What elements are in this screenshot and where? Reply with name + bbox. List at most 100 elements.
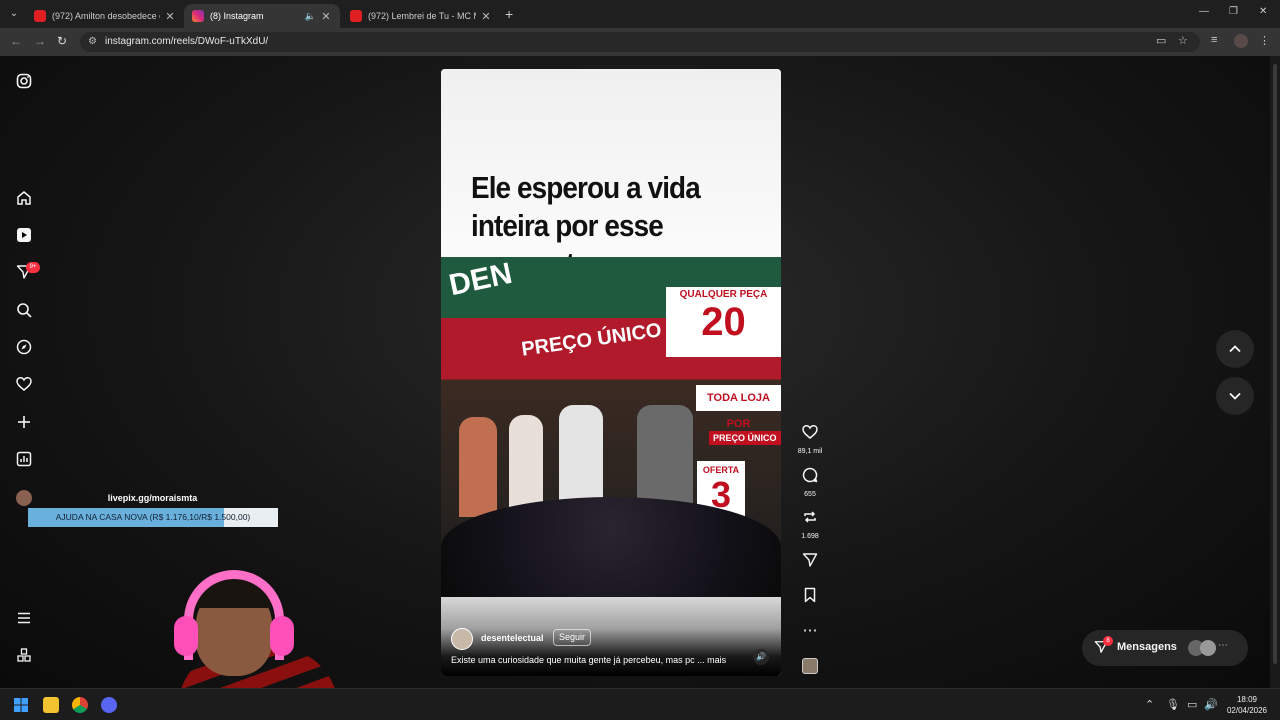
- media-control-icon[interactable]: ≡: [1211, 34, 1217, 46]
- instagram-logo-icon[interactable]: [15, 73, 33, 91]
- author-username[interactable]: desentelectual: [481, 633, 544, 643]
- network-icon[interactable]: ▭: [1187, 698, 1197, 711]
- like-action[interactable]: 89,1 mil: [795, 424, 825, 457]
- volume-icon[interactable]: 🔊: [1204, 698, 1218, 711]
- price-sign: QUALQUER PEÇA 20: [666, 287, 781, 357]
- fruit-pile: [441, 497, 781, 597]
- apps-icon[interactable]: [15, 647, 33, 665]
- small-price-sign: PREÇO ÚNICO: [709, 431, 781, 445]
- window-close-icon[interactable]: ✕: [1259, 6, 1267, 17]
- messages-label: Mensagens: [1117, 641, 1177, 653]
- headset-right-cup: [270, 616, 294, 656]
- restore-icon[interactable]: ❐: [1229, 6, 1238, 17]
- instagram-icon: [192, 10, 204, 22]
- minimize-icon[interactable]: —: [1199, 6, 1209, 17]
- share-icon[interactable]: [795, 552, 825, 573]
- close-icon[interactable]: ✕: [480, 10, 492, 23]
- save-action[interactable]: [795, 587, 825, 608]
- browser-profile-avatar[interactable]: [1234, 34, 1248, 48]
- youtube-icon: [350, 10, 362, 22]
- clock-date: 02/04/2026: [1226, 706, 1268, 715]
- toda-loja-sign: TODA LOJA POR: [696, 385, 781, 430]
- speaker-icon[interactable]: 🔈: [305, 11, 316, 22]
- red-sign-text: PREÇO ÚNICO: [520, 319, 663, 361]
- messages-badge: 8: [1103, 636, 1113, 646]
- green-sign-text: DEN: [446, 257, 515, 303]
- microphone-icon[interactable]: 🎙: [1166, 698, 1180, 711]
- reels-icon[interactable]: [15, 227, 33, 245]
- close-icon[interactable]: ✕: [164, 10, 176, 23]
- search-icon[interactable]: [15, 302, 33, 320]
- heart-icon[interactable]: [15, 376, 33, 394]
- tray-overflow-icon[interactable]: ⌃: [1145, 698, 1154, 711]
- reload-icon[interactable]: ↻: [57, 34, 67, 48]
- reel-photo: DEN PREÇO ÚNICO QUALQUER PEÇA 20 TODA LO…: [441, 257, 781, 597]
- browser-toolbar: ← → ↻ ⚙ instagram.com/reels/DWoF-uTkXdU/…: [0, 28, 1280, 56]
- bookmark-icon[interactable]: [795, 587, 825, 608]
- tab-strip: ⌄ (972) Amilton desobedece orde ✕ (8) In…: [0, 0, 1280, 28]
- profile-avatar[interactable]: [16, 490, 32, 506]
- create-icon[interactable]: [15, 414, 33, 432]
- menu-icon[interactable]: [15, 610, 33, 628]
- comment-action[interactable]: 655: [795, 467, 825, 500]
- tab-search-icon[interactable]: ⌄: [6, 6, 22, 22]
- bookmark-star-icon[interactable]: ☆: [1178, 34, 1188, 47]
- customer-2: [509, 415, 543, 515]
- headset-left-cup: [174, 616, 198, 656]
- page-scrollbar[interactable]: [1270, 56, 1280, 688]
- like-count: 89,1 mil: [797, 448, 823, 455]
- price-sign-value: 20: [701, 300, 746, 344]
- windows-start-icon[interactable]: [13, 697, 29, 713]
- more-options-icon[interactable]: ⋯: [795, 622, 825, 640]
- customer-1: [459, 417, 497, 517]
- contact-avatar: [1200, 640, 1216, 656]
- previous-reel-button[interactable]: [1216, 330, 1254, 368]
- notification-badge: 9+: [26, 262, 40, 273]
- repost-count: 1.698: [801, 533, 819, 540]
- volume-icon[interactable]: 🔊: [753, 649, 769, 665]
- address-bar[interactable]: ⚙ instagram.com/reels/DWoF-uTkXdU/: [80, 32, 1200, 52]
- clock-time: 18:09: [1236, 695, 1258, 704]
- more-contacts-icon: ⋯: [1218, 640, 1228, 651]
- donation-goal-text: AJUDA NA CASA NOVA (R$ 1.176,10/R$ 1.500…: [55, 512, 251, 522]
- home-icon[interactable]: [15, 190, 33, 208]
- comment-icon[interactable]: [795, 467, 825, 488]
- messages-button[interactable]: 8 Mensagens ⋯: [1082, 630, 1248, 666]
- tab-title: (972) Lembrei de Tu - MC Men: [368, 11, 476, 21]
- system-clock[interactable]: 18:09 02/04/2026: [1222, 694, 1272, 716]
- close-icon[interactable]: ✕: [320, 10, 332, 23]
- back-icon[interactable]: ←: [10, 34, 22, 48]
- more-action[interactable]: ⋯: [795, 622, 825, 640]
- headset-band: [184, 570, 284, 660]
- tab-title: (972) Amilton desobedece orde: [52, 11, 160, 21]
- cast-icon[interactable]: ▭: [1156, 34, 1166, 47]
- explore-icon[interactable]: [15, 339, 33, 357]
- share-action[interactable]: [795, 552, 825, 573]
- reel-video[interactable]: Ele esperou a vida inteira por esse mome…: [441, 69, 781, 676]
- discord-icon[interactable]: [101, 697, 117, 713]
- follow-button[interactable]: Seguir: [553, 629, 592, 646]
- author-avatar[interactable]: [451, 628, 473, 650]
- reel-caption[interactable]: Existe uma curiosidade que muita gente j…: [451, 655, 751, 665]
- comment-count: 655: [804, 491, 816, 498]
- scrollbar-thumb[interactable]: [1273, 64, 1277, 664]
- site-info-icon[interactable]: ⚙: [88, 36, 97, 47]
- tab-instagram[interactable]: (8) Instagram 🔈 ✕: [184, 4, 340, 28]
- donation-goal-bar: AJUDA NA CASA NOVA (R$ 1.176,10/R$ 1.500…: [28, 508, 278, 527]
- next-reel-button[interactable]: [1216, 377, 1254, 415]
- repost-icon[interactable]: [795, 509, 825, 530]
- heart-icon[interactable]: [795, 424, 825, 445]
- repost-action[interactable]: 1.698: [795, 509, 825, 542]
- instagram-page: 9+ livepix.gg/moraismta AJUDA NA CASA NO…: [0, 56, 1280, 688]
- new-tab-icon[interactable]: +: [505, 6, 513, 22]
- windows-taskbar: ⌃ 🎙 ▭ 🔊 18:09 02/04/2026: [0, 688, 1280, 720]
- tab-youtube-lembrei[interactable]: (972) Lembrei de Tu - MC Men ✕: [342, 4, 500, 28]
- dashboard-icon[interactable]: [15, 451, 33, 469]
- webcam-feed: [158, 568, 338, 688]
- tab-youtube-amilton[interactable]: (972) Amilton desobedece orde ✕: [26, 4, 184, 28]
- forward-icon[interactable]: →: [34, 34, 46, 48]
- audio-thumbnail[interactable]: [802, 658, 818, 674]
- chrome-menu-icon[interactable]: ⋮: [1259, 34, 1270, 47]
- file-explorer-icon[interactable]: [43, 697, 59, 713]
- chrome-icon[interactable]: [72, 697, 88, 713]
